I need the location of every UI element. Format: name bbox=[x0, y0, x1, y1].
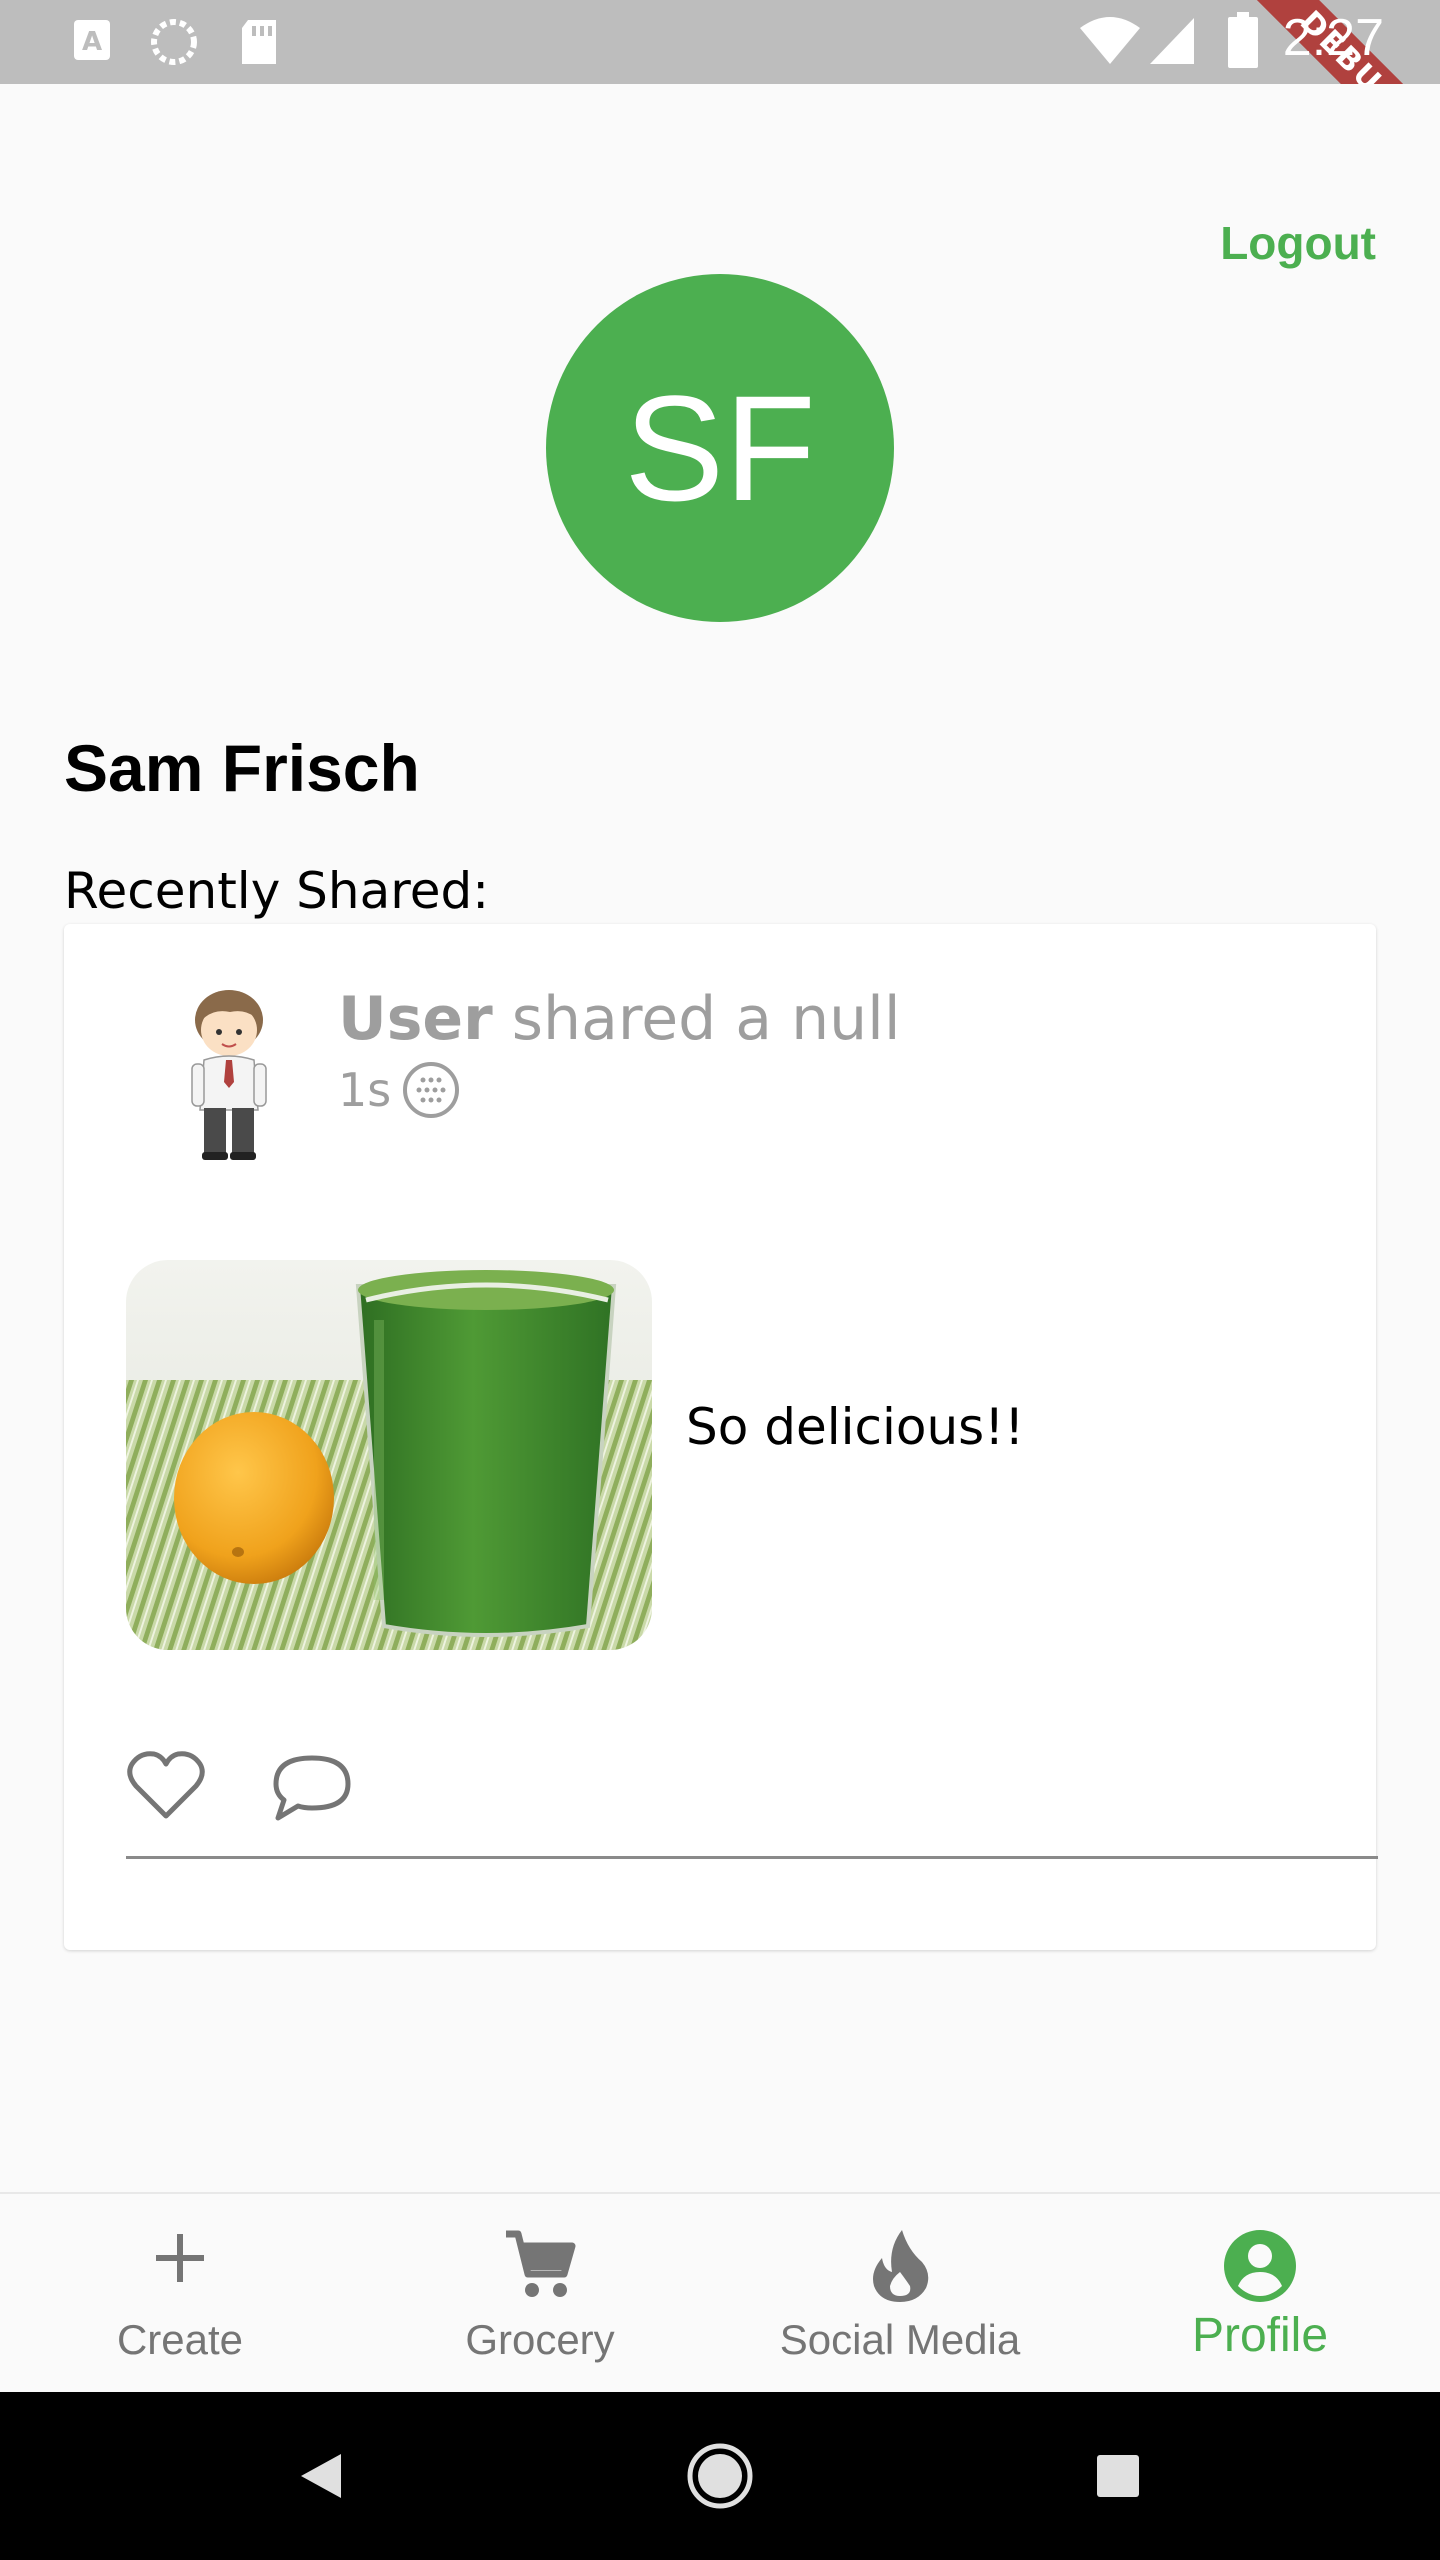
nav-label-grocery: Grocery bbox=[465, 2316, 615, 2363]
user-avatar-icon[interactable] bbox=[164, 986, 294, 1166]
profile-name: Sam Frisch bbox=[64, 731, 420, 805]
account-circle-icon bbox=[1224, 2230, 1296, 2302]
post-header: User shared a null bbox=[338, 984, 901, 1054]
globe-icon bbox=[403, 1062, 460, 1118]
post-time: 1s bbox=[338, 1063, 392, 1117]
plus-icon bbox=[156, 2234, 204, 2282]
status-time: 2:27 bbox=[1282, 9, 1384, 67]
back-triangle-icon bbox=[301, 2454, 341, 2498]
nav-item-profile[interactable]: Profile bbox=[1080, 2194, 1440, 2394]
post-user-name[interactable]: User bbox=[338, 984, 493, 1054]
heart-icon[interactable] bbox=[126, 1750, 206, 1822]
comment-icon[interactable] bbox=[270, 1752, 354, 1824]
profile-avatar: SF bbox=[546, 274, 894, 622]
avatar-initials: SF bbox=[624, 363, 816, 532]
card-divider bbox=[126, 1856, 1378, 1859]
nav-label-profile: Profile bbox=[1191, 2309, 1329, 2362]
nav-item-social-media[interactable]: Social Media bbox=[720, 2194, 1080, 2394]
flame-icon bbox=[873, 2230, 929, 2302]
sd-card-icon bbox=[242, 20, 276, 64]
system-navigation-bar bbox=[0, 2392, 1440, 2560]
nav-label-create: Create bbox=[116, 2316, 244, 2363]
svg-text:A: A bbox=[82, 27, 102, 57]
nav-label-social-media: Social Media bbox=[779, 2316, 1021, 2363]
home-circle-icon bbox=[687, 2443, 753, 2509]
status-bar: A 2:27 DEBUG bbox=[0, 0, 1440, 84]
post-shared-text: shared a null bbox=[492, 984, 901, 1054]
battery-icon bbox=[1228, 12, 1258, 68]
system-home-button[interactable] bbox=[670, 2392, 770, 2560]
wifi-icon bbox=[1080, 17, 1140, 64]
nav-item-create[interactable]: Create bbox=[0, 2194, 360, 2394]
logout-button[interactable]: Logout bbox=[1220, 216, 1376, 270]
cell-signal-icon bbox=[1150, 18, 1194, 64]
post-caption: So delicious!! bbox=[686, 1398, 1025, 1456]
recents-square-icon bbox=[1097, 2455, 1139, 2497]
system-recents-button[interactable] bbox=[1068, 2392, 1168, 2560]
sync-icon bbox=[151, 19, 197, 65]
post-image[interactable] bbox=[126, 1260, 652, 1650]
a-notification-icon: A bbox=[74, 20, 110, 60]
post-meta: 1s bbox=[338, 1060, 461, 1120]
recently-shared-label: Recently Shared: bbox=[64, 862, 490, 920]
nav-item-grocery[interactable]: Grocery bbox=[360, 2194, 720, 2394]
system-back-button[interactable] bbox=[270, 2392, 370, 2560]
post-card: User shared a null 1s So delicious!! bbox=[64, 924, 1378, 1950]
cart-icon bbox=[506, 2230, 576, 2297]
bottom-navigation: Create Grocery Social Media Profile bbox=[0, 2192, 1440, 2394]
